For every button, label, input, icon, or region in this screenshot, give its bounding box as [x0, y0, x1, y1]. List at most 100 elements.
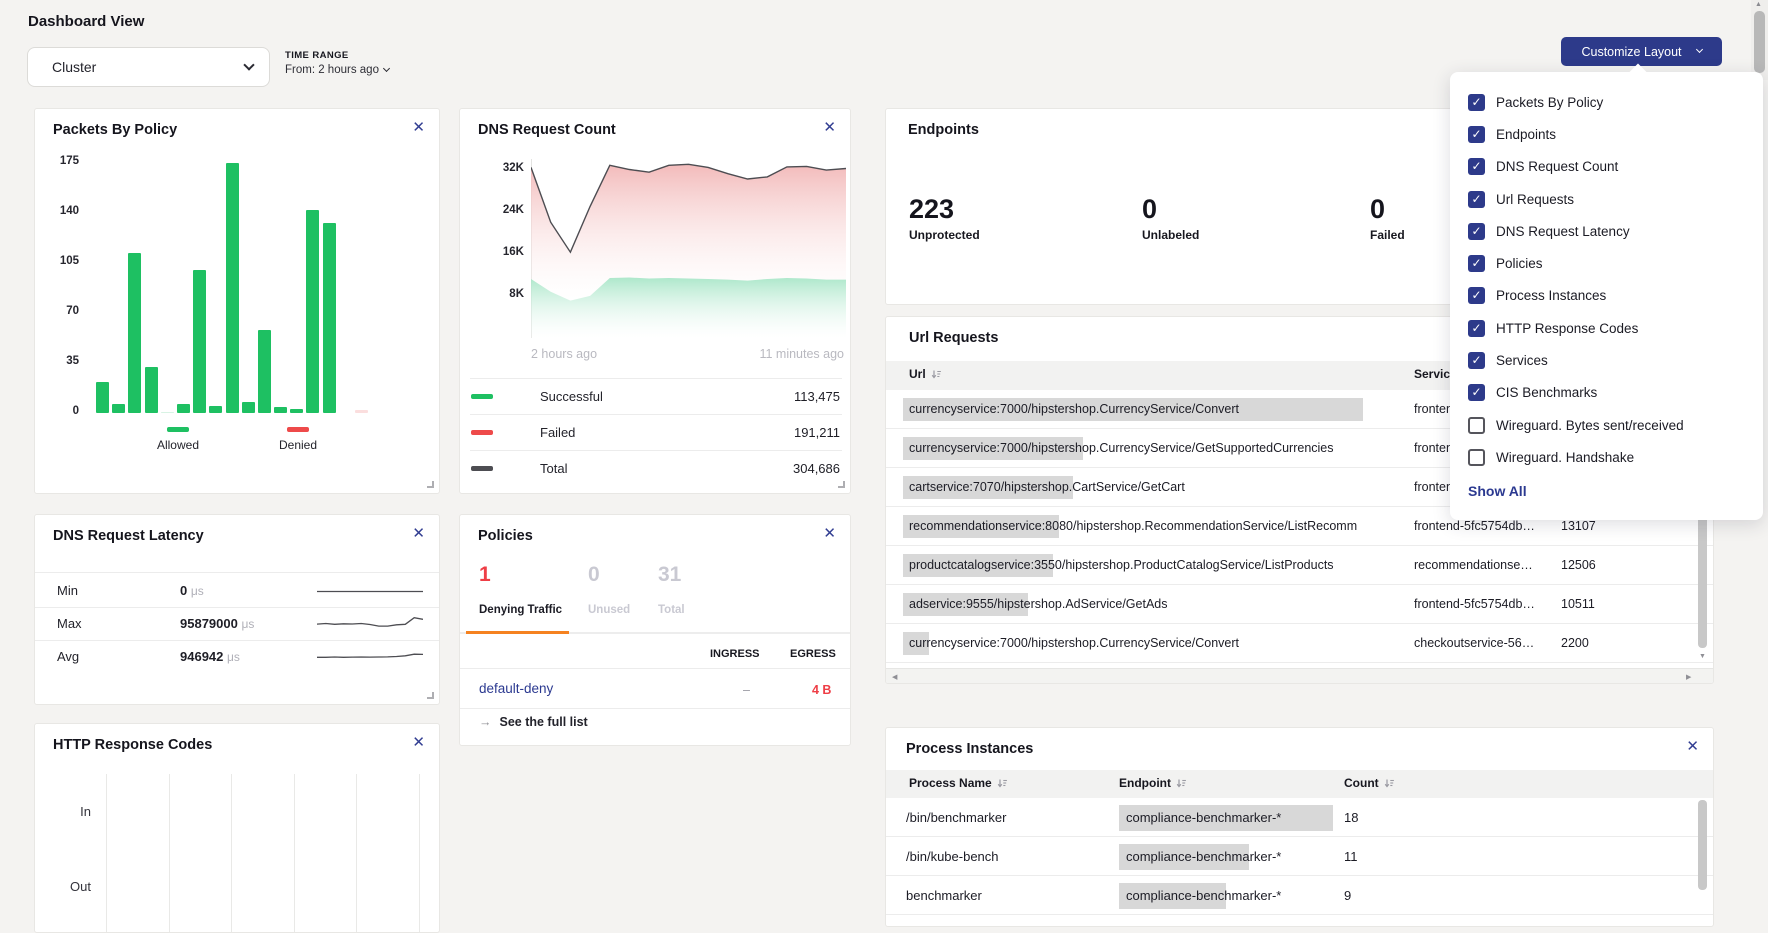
tab-denying-traffic[interactable]: Denying Traffic — [479, 604, 562, 616]
table-row[interactable]: adservice:9555/hipstershop.AdService/Get… — [886, 585, 1713, 624]
gridline — [419, 774, 420, 932]
menu-item[interactable]: ✓ HTTP Response Codes — [1450, 312, 1763, 344]
close-icon[interactable]: ✕ — [412, 118, 425, 136]
menu-item[interactable]: ✓DNS Request Latency — [1450, 215, 1763, 247]
column-header-endpoint[interactable]: Endpoint — [1119, 776, 1187, 790]
ingress-value: – — [743, 683, 750, 697]
column-header-process-name[interactable]: Process Name — [909, 776, 1008, 790]
menu-item[interactable]: Wireguard. Bytes sent/received — [1450, 409, 1763, 441]
checkbox-checked-icon[interactable]: ✓ — [1468, 223, 1485, 240]
horizontal-scrollbar[interactable]: ◀ ▶ — [886, 668, 1713, 683]
legend-denied: Denied — [279, 427, 317, 452]
close-icon[interactable]: ✕ — [412, 524, 425, 542]
stat-label: Unprotected — [909, 228, 980, 242]
chevron-down-icon — [383, 65, 390, 72]
menu-item-label: Services — [1496, 353, 1548, 368]
checkbox-checked-icon[interactable]: ✓ — [1468, 255, 1485, 272]
close-icon[interactable]: ✕ — [823, 524, 836, 542]
latency-max-value: 95879000 μs — [180, 616, 254, 631]
checkbox-checked-icon[interactable]: ✓ — [1468, 158, 1485, 175]
scroll-right-icon[interactable]: ▶ — [1686, 673, 1691, 681]
column-header-url[interactable]: Url — [909, 367, 942, 381]
checkbox-checked-icon[interactable]: ✓ — [1468, 126, 1485, 143]
tab-total[interactable]: Total — [658, 604, 685, 616]
allowed-bar — [161, 412, 174, 413]
card-title: Endpoints — [908, 122, 979, 138]
table-row[interactable]: benchmarkercompliance-benchmarker-*9 — [886, 876, 1713, 915]
table-row[interactable]: currencyservice:7000/hipstershop.Currenc… — [886, 624, 1713, 663]
time-range-control[interactable]: TIME RANGE From: 2 hours ago — [285, 50, 389, 76]
policy-link[interactable]: default-deny — [479, 681, 553, 696]
menu-item[interactable]: ✓CIS Benchmarks — [1450, 377, 1763, 409]
table-row[interactable]: /bin/kube-benchcompliance-benchmarker-*1… — [886, 837, 1713, 876]
checkbox-checked-icon[interactable]: ✓ — [1468, 191, 1485, 208]
menu-item-label: HTTP Response Codes — [1496, 321, 1638, 336]
menu-item[interactable]: ✓Endpoints — [1450, 118, 1763, 150]
scroll-up-icon[interactable]: ▲ — [1755, 1, 1762, 8]
close-icon[interactable]: ✕ — [412, 733, 425, 751]
checkbox-checked-icon[interactable]: ✓ — [1468, 94, 1485, 111]
see-full-list-link[interactable]: →See the full list — [479, 715, 588, 729]
table-scrollbar-thumb[interactable] — [1698, 800, 1707, 890]
legend-allowed: Allowed — [157, 427, 199, 452]
menu-item[interactable]: ✓DNS Request Count — [1450, 151, 1763, 183]
resize-handle-icon[interactable] — [427, 692, 434, 699]
menu-item[interactable]: ✓ Services — [1450, 344, 1763, 376]
url-cell: recommendationservice:8080/hipstershop.R… — [909, 519, 1357, 533]
checkbox-checked-icon[interactable]: ✓ — [1468, 287, 1485, 304]
column-header-count[interactable]: Count — [1344, 776, 1395, 790]
menu-item[interactable]: ✓Policies — [1450, 247, 1763, 279]
y-tick-label: 35 — [66, 355, 79, 367]
y-tick-label: 0 — [73, 405, 79, 417]
resize-handle-icon[interactable] — [838, 481, 845, 488]
allowed-bar — [96, 382, 109, 413]
process-name-cell: /bin/kube-bench — [906, 849, 999, 864]
dns-area-chart — [531, 159, 846, 338]
view-selector[interactable]: Cluster — [27, 47, 270, 87]
stat-value: 223 — [909, 195, 980, 225]
show-all-link[interactable]: Show All — [1468, 483, 1745, 499]
menu-item-label: Wireguard. Handshake — [1496, 450, 1634, 465]
checkbox-checked-icon[interactable]: ✓ — [1468, 320, 1485, 337]
legend-label: Allowed — [157, 438, 199, 452]
checkbox-unchecked-icon[interactable] — [1468, 449, 1485, 466]
scroll-left-icon[interactable]: ◀ — [892, 673, 897, 681]
egress-header: EGRESS — [790, 648, 836, 660]
table-row[interactable]: productcatalogservice:3550/hipstershop.P… — [886, 546, 1713, 585]
table-row[interactable]: /bin/benchmarkercompliance-benchmarker-*… — [886, 798, 1713, 837]
process-name-cell: /bin/benchmarker — [906, 810, 1006, 825]
checkbox-checked-icon[interactable]: ✓ — [1468, 384, 1485, 401]
url-cell: currencyservice:7000/hipstershop.Currenc… — [909, 441, 1334, 455]
allowed-swatch — [167, 427, 189, 432]
latency-min-label: Min — [57, 583, 78, 598]
scroll-down-icon[interactable]: ▼ — [1699, 653, 1706, 660]
time-range-value[interactable]: From: 2 hours ago — [285, 64, 389, 76]
x-axis-end-label: 11 minutes ago — [759, 347, 844, 361]
allowed-bar — [209, 406, 222, 413]
tab-unused[interactable]: Unused — [588, 604, 630, 616]
menu-item-label: Packets By Policy — [1496, 95, 1603, 110]
customize-layout-button[interactable]: Customize Layout — [1561, 37, 1722, 66]
tab-total-count: 31 — [658, 563, 681, 587]
menu-item[interactable]: Wireguard. Handshake — [1450, 441, 1763, 473]
denied-swatch — [287, 427, 309, 432]
menu-item[interactable]: ✓ Packets By Policy — [1450, 86, 1763, 118]
checkbox-unchecked-icon[interactable] — [1468, 417, 1485, 434]
stat-value: 0 — [1370, 195, 1405, 225]
resize-handle-icon[interactable] — [427, 481, 434, 488]
allowed-bar — [274, 407, 287, 413]
allowed-bar — [112, 404, 125, 413]
menu-item[interactable]: ✓ Url Requests — [1450, 183, 1763, 215]
y-tick-label: 175 — [60, 155, 79, 167]
denied-bar — [355, 410, 368, 413]
close-icon[interactable]: ✕ — [1686, 737, 1699, 755]
close-icon[interactable]: ✕ — [823, 118, 836, 136]
menu-item-label: Url Requests — [1496, 192, 1574, 207]
page-scrollbar-thumb[interactable] — [1754, 11, 1765, 73]
menu-item[interactable]: ✓Process Instances — [1450, 280, 1763, 312]
checkbox-checked-icon[interactable]: ✓ — [1468, 352, 1485, 369]
time-range-label: TIME RANGE — [285, 50, 389, 61]
tab-unused-count: 0 — [588, 563, 600, 587]
process-table-body: /bin/benchmarkercompliance-benchmarker-*… — [886, 798, 1713, 915]
stat-failed: 0 Failed — [1370, 195, 1405, 242]
